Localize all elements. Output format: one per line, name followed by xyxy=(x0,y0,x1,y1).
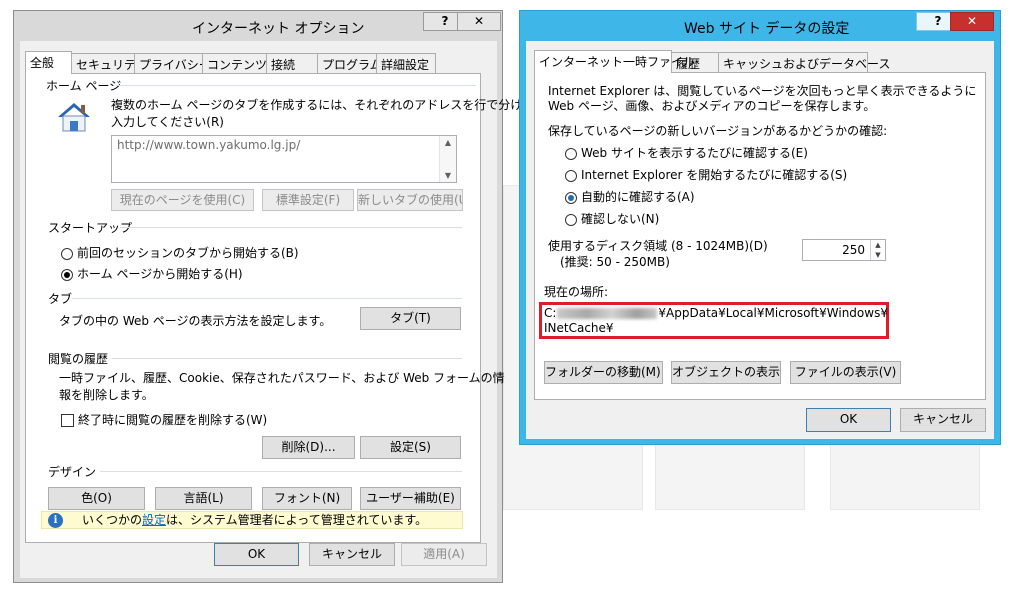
apply-button[interactable]: 適用(A) xyxy=(401,543,487,566)
current-location-path-2: INetCache¥ xyxy=(544,321,614,335)
temp-files-description-2: Web ページ、画像、およびメディアのコピーを保存します。 xyxy=(548,99,876,113)
startup-previous-label: 前回のセッションのタブから開始する(B) xyxy=(77,246,299,260)
tabs-group: タブ xyxy=(48,290,462,307)
home-page-description: 複数のホーム ページのタブを作成するには、それぞれのアドレスを行で分けて xyxy=(111,98,535,112)
tab-security[interactable]: セキュリティ xyxy=(71,53,147,73)
use-default-button[interactable]: 標準設定(F) xyxy=(262,189,354,211)
tab-connections[interactable]: 接続 xyxy=(266,53,318,73)
fonts-button[interactable]: フォント(N) xyxy=(262,487,352,510)
group-label: スタートアップ xyxy=(48,221,133,235)
tabs-button[interactable]: タブ(T) xyxy=(360,307,461,330)
redacted-username xyxy=(557,308,658,319)
info-text: いくつかの設定は、システム管理者によって管理されています。 xyxy=(82,513,428,527)
disk-space-label: 使用するディスク領域 (8 - 1024MB)(D) xyxy=(548,239,768,253)
stepper-arrows[interactable]: ▲ ▼ xyxy=(870,240,885,260)
group-label: 閲覧の履歴 xyxy=(48,352,109,366)
view-files-button[interactable]: ファイルの表示(V) xyxy=(790,361,901,384)
use-new-tab-button[interactable]: 新しいタブの使用(U) xyxy=(357,189,463,211)
group-label: デザイン xyxy=(48,465,97,479)
tab-privacy[interactable]: プライバシー xyxy=(134,53,211,73)
close-button[interactable]: ✕ xyxy=(457,12,501,31)
home-icon xyxy=(58,103,90,132)
stepper-up-icon[interactable]: ▲ xyxy=(871,241,885,249)
delete-on-exit-checkbox[interactable] xyxy=(61,414,74,427)
history-group: 閲覧の履歴 xyxy=(48,350,462,367)
cancel-button[interactable]: キャンセル xyxy=(309,543,395,566)
view-objects-button[interactable]: オブジェクトの表示(O) xyxy=(671,361,781,384)
title-bar[interactable]: Web サイト データの設定 ? ✕ xyxy=(520,11,1000,41)
use-current-button[interactable]: 現在のページを使用(C) xyxy=(111,189,254,211)
title-bar[interactable]: インターネット オプション ? ✕ xyxy=(14,11,502,41)
scroll-up-icon[interactable]: ▲ xyxy=(440,138,456,147)
check-every-visit-label: Web サイトを表示するたびに確認する(E) xyxy=(581,146,808,160)
tab-strip: 全般 セキュリティ プライバシー コンテンツ 接続 プログラム 詳細設定 xyxy=(25,51,485,74)
tabs-description: タブの中の Web ページの表示方法を設定します。 xyxy=(59,314,332,328)
tab-caches-databases[interactable]: キャッシュおよびデータベース xyxy=(718,52,890,72)
stepper-down-icon[interactable]: ▼ xyxy=(871,251,885,259)
check-versions-label: 保存しているページの新しいバージョンがあるかどうかの確認: xyxy=(548,124,888,138)
colors-button[interactable]: 色(O) xyxy=(48,487,145,510)
dialog-title: インターネット オプション xyxy=(192,21,365,37)
history-description-2: 報を削除します。 xyxy=(59,388,154,402)
website-data-settings-dialog: Web サイト データの設定 ? ✕ インターネット一時ファイル 履歴 キャッシ… xyxy=(519,10,1001,445)
check-never-label: 確認しない(N) xyxy=(581,212,660,226)
tab-temporary-files[interactable]: インターネット一時ファイル xyxy=(534,50,695,73)
delete-on-exit-label: 終了時に閲覧の履歴を削除する(W) xyxy=(78,413,268,427)
check-every-start-label: Internet Explorer を開始するたびに確認する(S) xyxy=(581,168,848,182)
move-folder-button[interactable]: フォルダーの移動(M)... xyxy=(544,361,663,384)
startup-home-radio[interactable] xyxy=(61,269,73,281)
check-every-visit-radio[interactable] xyxy=(565,148,577,160)
design-group: デザイン xyxy=(48,463,462,480)
dialog-title: Web サイト データの設定 xyxy=(684,21,850,37)
cancel-button[interactable]: キャンセル xyxy=(900,408,986,432)
check-every-start-radio[interactable] xyxy=(565,170,577,182)
home-page-url-input[interactable]: http://www.town.yakumo.lg.jp/ ▲ ▼ xyxy=(111,135,457,183)
temporary-files-panel xyxy=(534,72,986,400)
info-bar: i いくつかの設定は、システム管理者によって管理されています。 xyxy=(41,511,463,529)
disk-space-stepper[interactable]: 250 ▲ ▼ xyxy=(802,239,886,261)
url-scrollbar[interactable]: ▲ ▼ xyxy=(439,136,456,182)
accessibility-button[interactable]: ユーザー補助(E) xyxy=(360,487,461,510)
info-icon: i xyxy=(48,513,63,528)
history-description: 一時ファイル、履歴、Cookie、保存されたパスワード、および Web フォーム… xyxy=(59,371,505,385)
close-button[interactable]: ✕ xyxy=(950,12,994,31)
home-page-group: ホーム ページ xyxy=(46,77,476,94)
settings-link[interactable]: 設定 xyxy=(142,513,166,527)
tab-advanced[interactable]: 詳細設定 xyxy=(376,53,436,73)
startup-group: スタートアップ xyxy=(48,219,462,236)
check-never-radio[interactable] xyxy=(565,214,577,226)
disk-space-value: 250 xyxy=(842,243,865,257)
disk-space-recommended: (推奨: 50 - 250MB) xyxy=(560,255,670,269)
check-automatically-label: 自動的に確認する(A) xyxy=(581,190,695,204)
tab-programs[interactable]: プログラム xyxy=(317,53,382,73)
tab-content[interactable]: コンテンツ xyxy=(202,53,267,73)
tab-strip: インターネット一時ファイル 履歴 キャッシュおよびデータベース xyxy=(534,50,890,73)
languages-button[interactable]: 言語(L) xyxy=(155,487,252,510)
history-settings-button[interactable]: 設定(S) xyxy=(360,436,461,459)
ok-button[interactable]: OK xyxy=(806,408,891,432)
delete-history-button[interactable]: 削除(D)... xyxy=(262,436,355,459)
startup-previous-radio[interactable] xyxy=(61,248,73,260)
home-page-description-2: 入力してください(R) xyxy=(111,115,224,129)
current-location-label: 現在の場所: xyxy=(544,285,609,299)
ok-button[interactable]: OK xyxy=(214,543,299,566)
group-label: タブ xyxy=(48,292,73,306)
group-label: ホーム ページ xyxy=(46,79,122,93)
tab-general[interactable]: 全般 xyxy=(25,51,72,74)
check-automatically-radio[interactable] xyxy=(565,192,577,204)
home-page-url: http://www.town.yakumo.lg.jp/ xyxy=(117,138,301,152)
scroll-down-icon[interactable]: ▼ xyxy=(440,171,456,180)
internet-options-dialog: インターネット オプション ? ✕ 全般 セキュリティ プライバシー コンテンツ… xyxy=(13,10,534,583)
startup-home-label: ホーム ページから開始する(H) xyxy=(77,267,243,281)
